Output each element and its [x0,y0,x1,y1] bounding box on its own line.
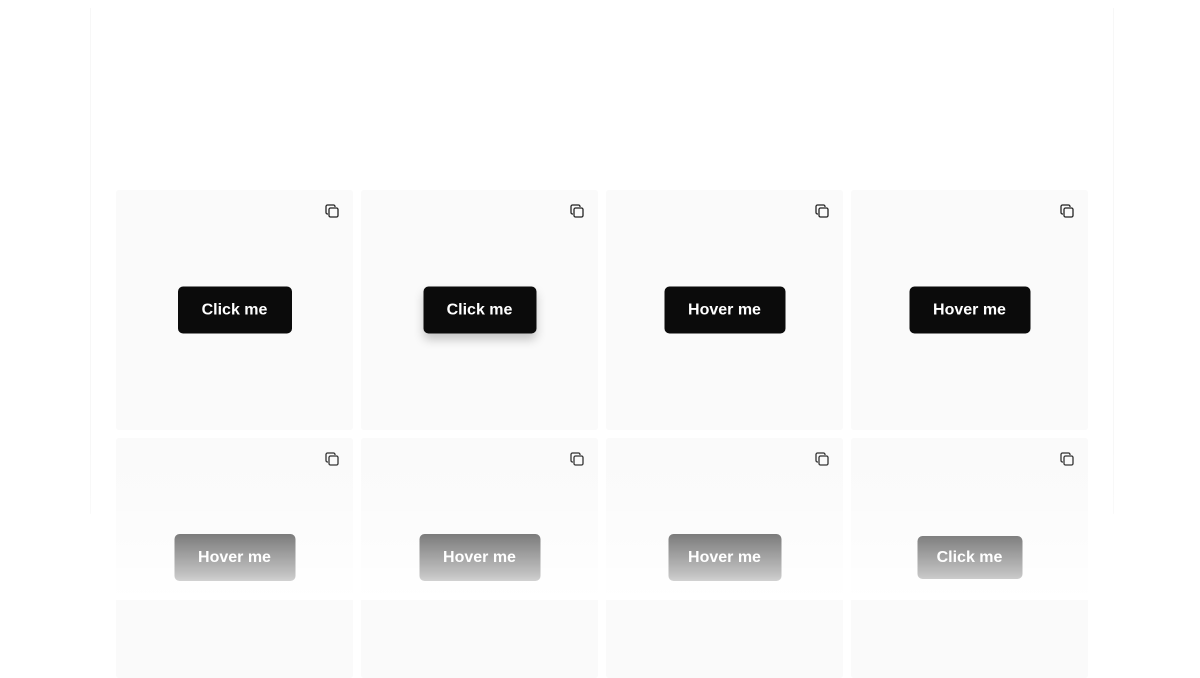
button-card: Click me [116,190,353,430]
copy-button[interactable] [323,450,341,468]
button-card: Click me [851,438,1088,678]
demo-button[interactable]: Hover me [664,286,785,334]
demo-button[interactable]: Hover me [909,286,1030,334]
button-card: Click me [361,190,598,430]
copy-icon [1060,452,1074,466]
demo-button[interactable]: Hover me [668,534,781,581]
copy-icon [815,452,829,466]
copy-button[interactable] [1058,202,1076,220]
button-card: Hover me [606,190,843,430]
button-gallery-grid: Click me Click me Hover me Hover me Hove… [116,190,1090,678]
copy-icon [570,204,584,218]
button-card: Hover me [361,438,598,678]
demo-button[interactable]: Click me [423,286,536,334]
copy-icon [325,204,339,218]
demo-button[interactable]: Hover me [174,534,295,581]
copy-button[interactable] [568,202,586,220]
copy-button[interactable] [813,202,831,220]
demo-button[interactable]: Click me [917,536,1022,579]
button-card: Hover me [606,438,843,678]
copy-icon [815,204,829,218]
copy-button[interactable] [323,202,341,220]
demo-button[interactable]: Hover me [419,534,540,581]
button-card: Hover me [116,438,353,678]
demo-button[interactable]: Click me [177,286,292,334]
button-card: Hover me [851,190,1088,430]
copy-icon [570,452,584,466]
copy-icon [325,452,339,466]
copy-button[interactable] [1058,450,1076,468]
copy-button[interactable] [568,450,586,468]
copy-icon [1060,204,1074,218]
copy-button[interactable] [813,450,831,468]
